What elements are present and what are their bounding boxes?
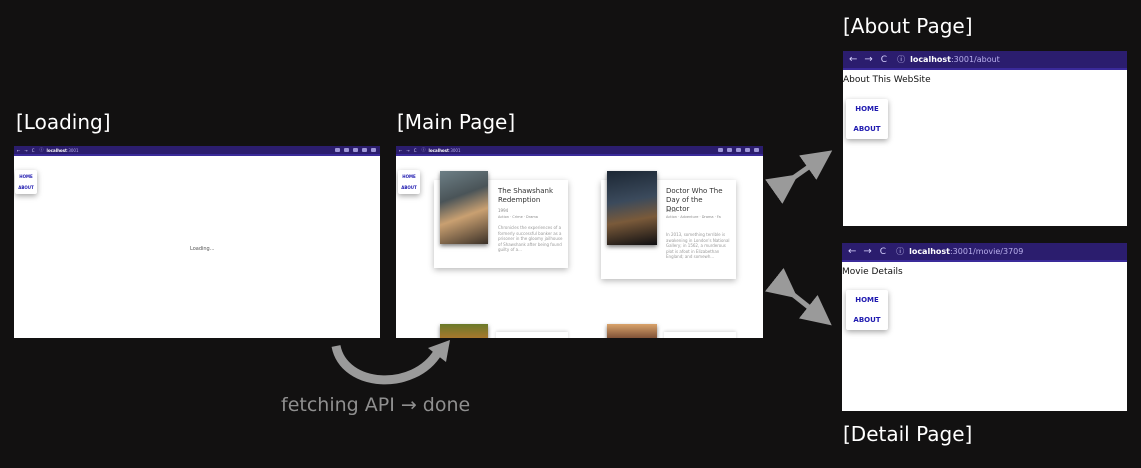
curved-arrow-icon [331, 344, 442, 385]
double-arrow-icon [764, 267, 832, 326]
flow-arrows [331, 150, 833, 385]
flow-caption: fetching API → done [281, 394, 471, 416]
double-arrow-icon [765, 150, 833, 204]
